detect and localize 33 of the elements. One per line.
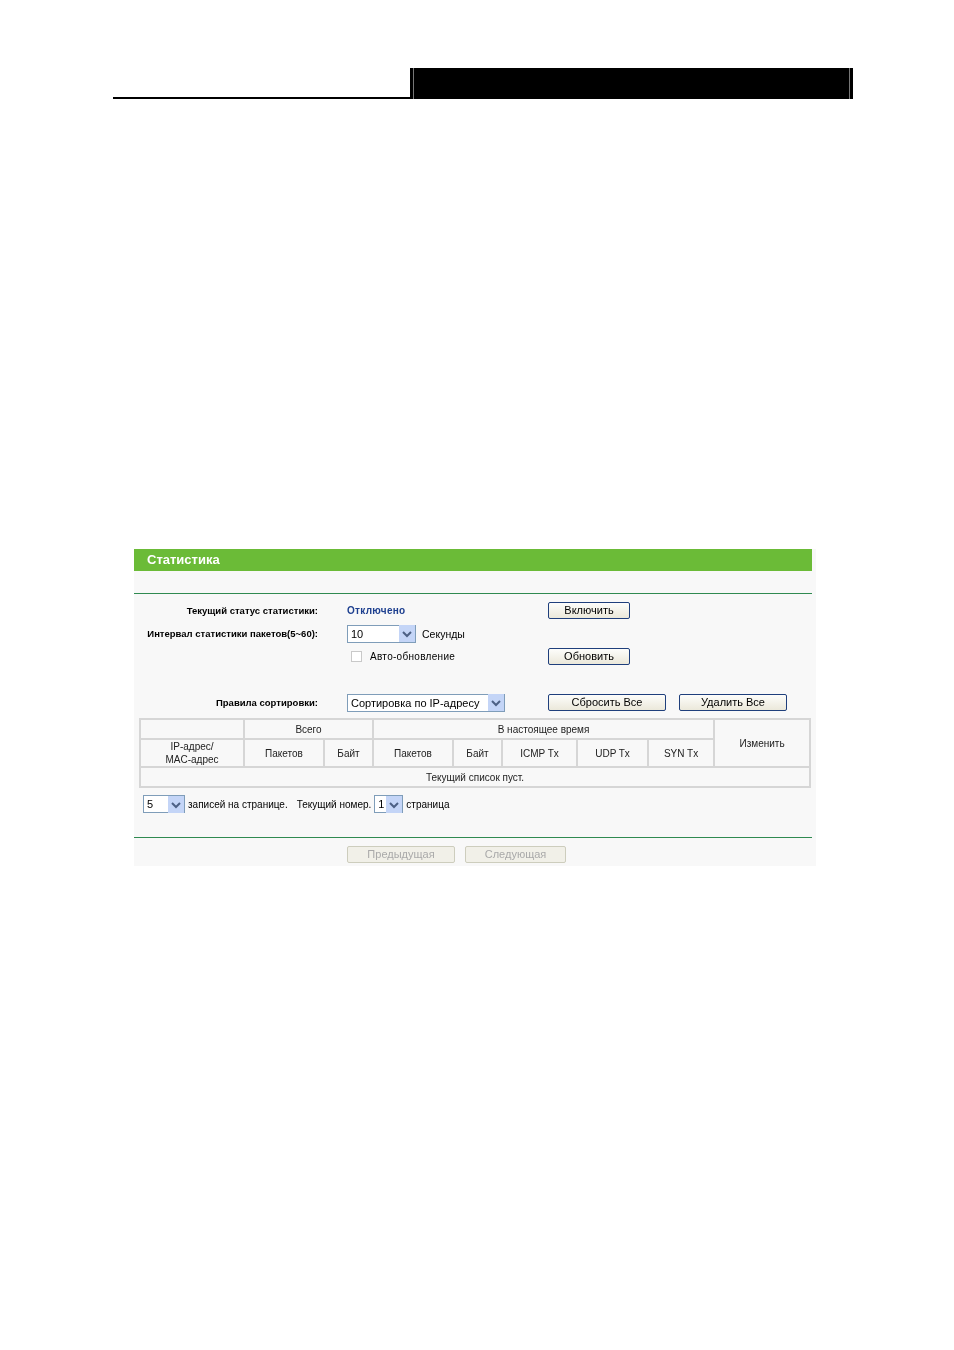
interval-select[interactable]: 10 <box>347 624 416 643</box>
reset-all-button[interactable]: Сбросить Все <box>548 694 666 711</box>
pagination-label: Текущий номер. <box>296 798 372 810</box>
unit-label: Секунды <box>422 627 465 640</box>
field-label: Правила сортировки: <box>215 697 318 708</box>
sort-select[interactable]: Сортировка по IP-адресу <box>347 693 505 712</box>
field-label: Текущий статус статистики: <box>185 605 318 616</box>
table-header-cell: Изменить <box>714 719 811 767</box>
table-header-cell: SYN Tx <box>648 739 715 767</box>
page-select[interactable]: 1 <box>374 795 404 813</box>
per-page-select[interactable]: 5 <box>143 795 185 813</box>
panel-title-bar: Статистика <box>134 549 812 571</box>
table-cell: Текущий список пуст. <box>140 767 811 787</box>
enable-button[interactable]: Включить <box>548 602 630 619</box>
chevron-down-icon <box>488 694 504 711</box>
table-header-cell: IP-адрес/ MAC-адрес <box>140 739 244 767</box>
table-header-cell: В настоящее время <box>373 719 715 739</box>
pagination-label: записей на странице. <box>188 798 288 810</box>
status-value: Отключено <box>347 605 406 616</box>
chevron-down-icon <box>168 795 184 813</box>
table-header-cell: UDP Tx <box>577 739 648 767</box>
chevron-down-icon <box>399 625 415 642</box>
chevron-down-icon <box>386 795 403 813</box>
field-label: Интервал статистики пакетов(5~60): <box>146 628 318 639</box>
pagination-label: страница <box>406 798 450 810</box>
refresh-button[interactable]: Обновить <box>548 648 630 665</box>
table-header-cell: Всего <box>244 719 373 739</box>
table-header-cell: ICMP Tx <box>502 739 577 767</box>
auto-refresh-checkbox[interactable] <box>351 651 362 662</box>
delete-all-button[interactable]: Удалить Все <box>679 694 787 711</box>
table-header-cell: Пакетов <box>373 739 453 767</box>
checkbox-label: Авто-обновление <box>370 651 456 662</box>
table-header-cell: Пакетов <box>244 739 324 767</box>
